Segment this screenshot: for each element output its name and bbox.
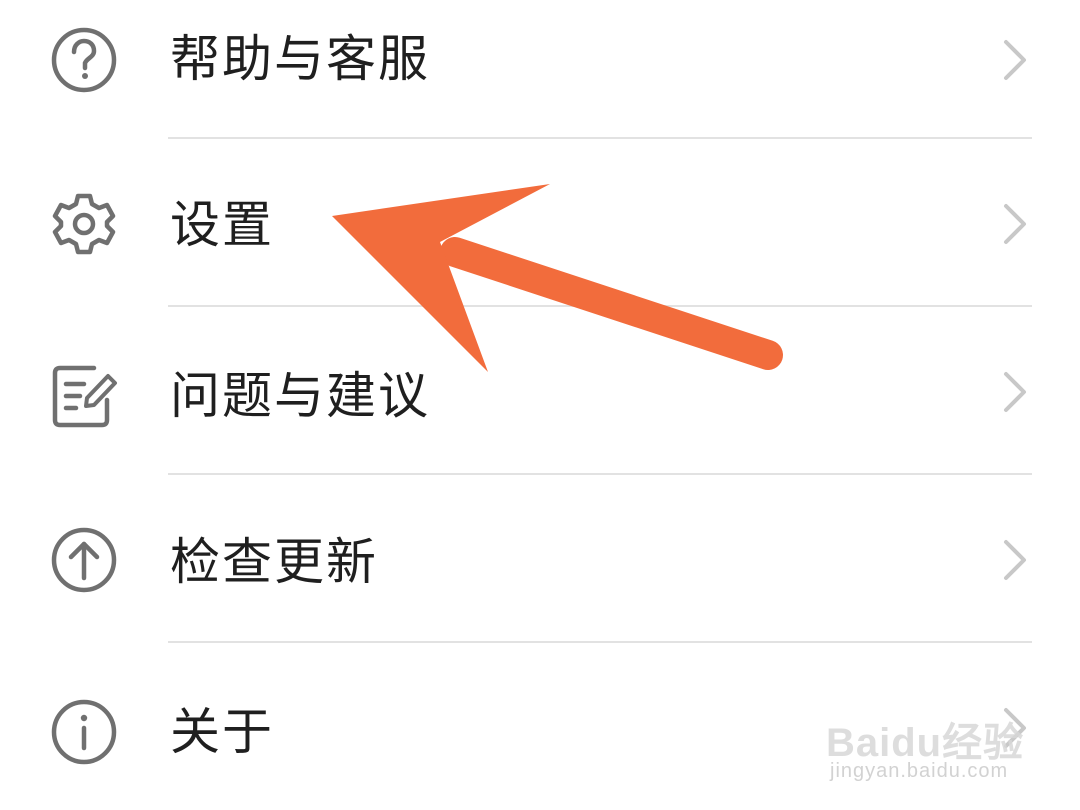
- menu-item-help[interactable]: 帮助与客服: [0, 0, 1080, 144]
- menu-item-about[interactable]: 关于: [0, 644, 1080, 810]
- divider: [168, 305, 1032, 307]
- divider: [168, 473, 1032, 475]
- divider: [168, 137, 1032, 139]
- menu-item-label: 关于: [170, 703, 274, 761]
- menu-item-settings[interactable]: 设置: [0, 140, 1080, 308]
- menu-item-feedback[interactable]: 问题与建议: [0, 308, 1080, 476]
- feedback-edit-icon: [50, 362, 118, 430]
- chevron-right-icon: [1000, 370, 1030, 414]
- menu-item-check-update[interactable]: 检查更新: [0, 476, 1080, 644]
- divider: [168, 641, 1032, 643]
- chevron-right-icon: [1000, 706, 1030, 750]
- gear-icon: [50, 190, 118, 258]
- menu-item-label: 检查更新: [170, 533, 378, 591]
- upload-arrow-circle-icon: [50, 526, 118, 594]
- chevron-right-icon: [1000, 202, 1030, 246]
- menu-item-label: 帮助与客服: [170, 30, 430, 88]
- chevron-right-icon: [1000, 38, 1030, 82]
- menu-item-label: 设置: [170, 196, 274, 254]
- menu-screen: 帮助与客服 设置 问题与建议 检查更新 关于 Baidu经验 jingyan.b…: [0, 0, 1080, 810]
- chevron-right-icon: [1000, 538, 1030, 582]
- info-circle-icon: [50, 698, 118, 766]
- menu-item-label: 问题与建议: [170, 367, 430, 425]
- help-circle-icon: [50, 26, 118, 94]
